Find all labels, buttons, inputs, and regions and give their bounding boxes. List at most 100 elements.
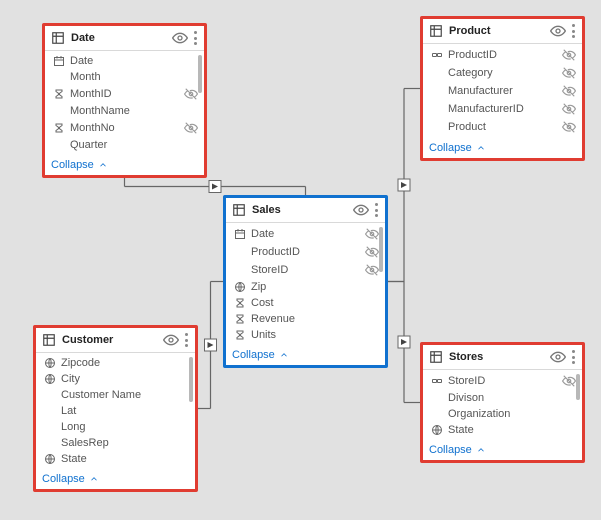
collapse-link[interactable]: Collapse bbox=[45, 155, 204, 175]
field-row[interactable]: City bbox=[36, 371, 195, 387]
table-product[interactable]: Product ProductIDCategory Manufacturer Manu… bbox=[420, 16, 585, 161]
sigma-icon bbox=[234, 297, 246, 309]
sigma-icon bbox=[53, 88, 65, 100]
field-name: Manufacturer bbox=[448, 85, 557, 97]
visibility-icon bbox=[353, 202, 369, 218]
table-stores[interactable]: Stores StoreID Divison Organization State Col… bbox=[420, 342, 585, 463]
table-header[interactable]: Product bbox=[423, 19, 582, 44]
field-row[interactable]: MonthNo bbox=[45, 119, 204, 137]
field-row[interactable]: ProductID bbox=[226, 243, 385, 261]
field-row[interactable]: Revenue bbox=[226, 311, 385, 327]
field-name: StoreID bbox=[251, 264, 360, 276]
field-name: State bbox=[448, 424, 576, 436]
field-row[interactable]: Long bbox=[36, 419, 195, 435]
field-name: Customer Name bbox=[61, 389, 189, 401]
field-row[interactable]: StoreID bbox=[226, 261, 385, 279]
field-row[interactable]: State bbox=[36, 451, 195, 467]
field-name: Zip bbox=[251, 281, 379, 293]
field-row[interactable]: StoreID bbox=[423, 372, 582, 390]
collapse-link[interactable]: Collapse bbox=[423, 138, 582, 158]
table-title: Customer bbox=[62, 334, 157, 346]
field-row[interactable]: Zip bbox=[226, 279, 385, 295]
globe-icon bbox=[431, 424, 443, 436]
field-row[interactable]: SalesRep bbox=[36, 435, 195, 451]
field-name: StoreID bbox=[448, 375, 557, 387]
scrollbar[interactable] bbox=[198, 55, 202, 93]
field-name: Date bbox=[70, 55, 198, 67]
field-row[interactable]: MonthName bbox=[45, 103, 204, 119]
more-options-icon[interactable] bbox=[185, 332, 189, 348]
collapse-label: Collapse bbox=[42, 473, 85, 485]
table-icon bbox=[51, 31, 65, 45]
collapse-link[interactable]: Collapse bbox=[226, 345, 385, 365]
chevron-up-icon bbox=[89, 474, 99, 484]
globe-icon bbox=[234, 281, 246, 293]
visibility-icon bbox=[550, 349, 566, 365]
more-options-icon[interactable] bbox=[572, 23, 576, 39]
more-options-icon[interactable] bbox=[572, 349, 576, 365]
table-icon bbox=[232, 203, 246, 217]
field-row[interactable]: State bbox=[423, 422, 582, 438]
table-sales[interactable]: Sales DateProductID StoreID Zip Cost Revenue U… bbox=[223, 195, 388, 368]
table-icon bbox=[429, 350, 443, 364]
scrollbar[interactable] bbox=[576, 374, 580, 400]
more-options-icon[interactable] bbox=[375, 202, 379, 218]
field-name: Revenue bbox=[251, 313, 379, 325]
field-name: ManufacturerID bbox=[448, 103, 557, 115]
field-row[interactable]: Product bbox=[423, 118, 582, 136]
sigma-icon bbox=[234, 313, 246, 325]
table-header[interactable]: Sales bbox=[226, 198, 385, 223]
date-icon bbox=[234, 228, 246, 240]
table-icon bbox=[429, 24, 443, 38]
scrollbar[interactable] bbox=[379, 227, 383, 272]
field-row[interactable]: MonthID bbox=[45, 85, 204, 103]
field-name: Units bbox=[251, 329, 379, 341]
hidden-icon bbox=[562, 374, 576, 388]
more-options-icon[interactable] bbox=[194, 30, 198, 46]
hidden-icon bbox=[365, 263, 379, 277]
field-row[interactable]: Cost bbox=[226, 295, 385, 311]
chevron-up-icon bbox=[476, 143, 486, 153]
field-name: Divison bbox=[448, 392, 576, 404]
table-title: Product bbox=[449, 25, 544, 37]
field-row[interactable]: Zipcode bbox=[36, 355, 195, 371]
field-row[interactable]: Month bbox=[45, 69, 204, 85]
field-row[interactable]: ProductID bbox=[423, 46, 582, 64]
table-title: Stores bbox=[449, 351, 544, 363]
hidden-icon bbox=[562, 84, 576, 98]
field-list: ZipcodeCity Customer Name LatLongSalesRepS… bbox=[36, 353, 195, 469]
hidden-icon bbox=[562, 102, 576, 116]
field-row[interactable]: Lat bbox=[36, 403, 195, 419]
sigma-icon bbox=[53, 122, 65, 134]
table-customer[interactable]: CustomerZipcodeCityCustomer NameLatLongS… bbox=[33, 325, 198, 492]
chevron-up-icon bbox=[98, 160, 108, 170]
visibility-icon bbox=[163, 332, 179, 348]
field-row[interactable]: Organization bbox=[423, 406, 582, 422]
field-row[interactable]: Category bbox=[423, 64, 582, 82]
chevron-up-icon bbox=[476, 445, 486, 455]
hidden-icon bbox=[365, 227, 379, 241]
collapse-link[interactable]: Collapse bbox=[36, 469, 195, 489]
table-header[interactable]: Date bbox=[45, 26, 204, 51]
globe-icon bbox=[44, 357, 56, 369]
field-row[interactable]: Divison bbox=[423, 390, 582, 406]
scrollbar[interactable] bbox=[189, 357, 193, 402]
field-row[interactable]: ManufacturerID bbox=[423, 100, 582, 118]
collapse-link[interactable]: Collapse bbox=[423, 440, 582, 460]
field-row[interactable]: Date bbox=[45, 53, 204, 69]
table-date[interactable]: Date Date Month MonthID MonthName MonthNoQuar… bbox=[42, 23, 207, 178]
field-row[interactable]: Date bbox=[226, 225, 385, 243]
hidden-icon bbox=[184, 87, 198, 101]
field-name: MonthName bbox=[70, 105, 198, 117]
table-header[interactable]: Customer bbox=[36, 328, 195, 353]
field-row[interactable]: Manufacturer bbox=[423, 82, 582, 100]
field-list: DateProductID StoreID Zip Cost Revenue Units bbox=[226, 223, 385, 345]
field-name: Cost bbox=[251, 297, 379, 309]
model-canvas[interactable]: Date Date Month MonthID MonthName MonthNoQuar… bbox=[0, 0, 601, 520]
field-row[interactable]: Customer Name bbox=[36, 387, 195, 403]
field-row[interactable]: Units bbox=[226, 327, 385, 343]
field-row[interactable]: Quarter bbox=[45, 137, 204, 153]
field-list: StoreID Divison Organization State bbox=[423, 370, 582, 440]
table-header[interactable]: Stores bbox=[423, 345, 582, 370]
field-name: Month bbox=[70, 71, 198, 83]
